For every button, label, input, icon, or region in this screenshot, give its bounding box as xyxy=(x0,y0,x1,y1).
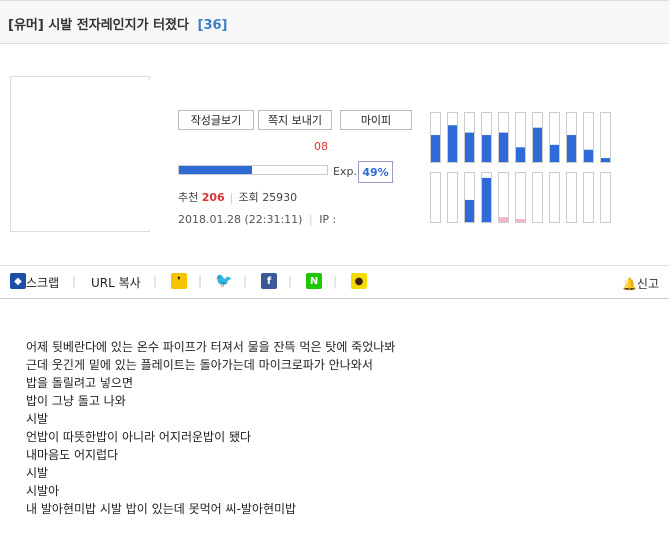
graph-bar xyxy=(601,158,610,162)
graph-bar xyxy=(448,125,457,162)
views-label: 조회 xyxy=(238,191,259,204)
view-posts-button[interactable]: 작성글보기 xyxy=(178,110,254,130)
post-title-text: 시발 전자레인지가 터졌다 xyxy=(48,18,189,33)
content-line: 밥을 돌릴려고 넣으면 xyxy=(26,376,133,390)
exp-percent: 49% xyxy=(358,161,393,183)
recommend-count: 206 xyxy=(201,191,225,204)
graph-slot xyxy=(600,112,611,163)
graph-bar xyxy=(516,147,525,162)
mypi-button[interactable]: 마이피 xyxy=(340,110,412,130)
url-copy-button[interactable]: URL 복사 xyxy=(91,274,141,291)
graph-slot xyxy=(600,172,611,223)
naver-icon[interactable]: N xyxy=(306,273,322,289)
report-label: 신고 xyxy=(636,277,659,291)
graph-slot xyxy=(566,172,577,223)
kakaotalk-icon[interactable]: ● xyxy=(351,273,367,289)
scrap-icon[interactable]: ◆ xyxy=(10,273,26,289)
graph-slot xyxy=(549,172,560,223)
exp-progress-fill xyxy=(179,166,252,174)
activity-graph xyxy=(430,112,611,223)
graph-slot xyxy=(532,172,543,223)
content-line: 시발 xyxy=(26,466,49,480)
ip-label: IP : xyxy=(319,213,337,226)
graph-slot xyxy=(515,172,526,223)
content-line: 밥이 그냥 돌고 나와 xyxy=(26,394,126,408)
post-content: 어제 뒷베란다에 있는 온수 파이프가 터져서 물을 잔뜩 먹은 탓에 죽었나봐… xyxy=(26,338,395,518)
post-title: [유머] 시발 전자레인지가 터졌다 [36] xyxy=(8,14,227,33)
graph-bar xyxy=(482,177,491,222)
scrap-button[interactable]: 스크랩 xyxy=(26,274,59,291)
graph-slot xyxy=(583,172,594,223)
post-stats: 추천 206 | 조회 25930 xyxy=(178,191,298,204)
post-date: 2018.01.28 (22:31:11) | IP : xyxy=(178,213,337,226)
graph-slot xyxy=(447,172,458,223)
graph-bar xyxy=(465,199,474,222)
graph-bar xyxy=(550,144,559,162)
graph-slot xyxy=(430,172,441,223)
graph-bar xyxy=(482,135,491,162)
bell-icon: 🔔 xyxy=(621,277,637,291)
content-line: 어제 뒷베란다에 있는 온수 파이프가 터져서 물을 잔뜩 먹은 탓에 죽었나봐 xyxy=(26,340,396,354)
graph-bar xyxy=(465,132,474,162)
kakaostory-icon[interactable]: ❜ xyxy=(171,273,187,289)
content-line: 시발 xyxy=(26,412,49,426)
level-value: 08 xyxy=(314,140,328,153)
graph-bar xyxy=(533,127,542,162)
twitter-icon[interactable]: 🐦 xyxy=(215,273,233,289)
post-datetime: 2018.01.28 (22:31:11) xyxy=(178,213,303,226)
views-count: 25930 xyxy=(262,191,298,204)
graph-slot xyxy=(498,172,509,223)
content-line: 내 발아현미밥 시발 밥이 있는데 못먹어 씨-발아현미밥 xyxy=(26,502,297,516)
graph-bar xyxy=(516,219,525,222)
report-button[interactable]: 🔔신고 xyxy=(622,275,659,292)
facebook-icon[interactable]: f xyxy=(261,273,277,289)
graph-bar xyxy=(431,135,440,162)
post-category: [유머] xyxy=(8,18,44,33)
post-title-bar: [유머] 시발 전자레인지가 터졌다 [36] xyxy=(0,0,669,44)
content-line: 시발아 xyxy=(26,484,60,498)
exp-progress-bar xyxy=(178,165,328,175)
graph-bar xyxy=(584,149,593,162)
exp-label: Exp. xyxy=(333,165,357,178)
content-line: 근데 웃긴게 밑에 있는 플레이트는 돌아가는데 마이크로파가 안나와서 xyxy=(26,358,373,372)
share-toolbar: ◆ 스크랩 | URL 복사 | ❜ | 🐦 | f | N | ● 🔔신고 xyxy=(0,265,669,299)
graph-bar xyxy=(499,132,508,162)
graph-bar xyxy=(499,217,508,222)
recommend-label: 추천 xyxy=(178,191,199,204)
comment-count-link[interactable]: [36] xyxy=(198,18,228,33)
send-message-button[interactable]: 쪽지 보내기 xyxy=(258,110,332,130)
content-line: 내마음도 어지럽다 xyxy=(26,448,119,462)
content-line: 언밥이 따뜻한밥이 아니라 어지러운밥이 됐다 xyxy=(26,430,252,444)
redacted-area xyxy=(22,80,162,230)
graph-bar xyxy=(567,135,576,162)
